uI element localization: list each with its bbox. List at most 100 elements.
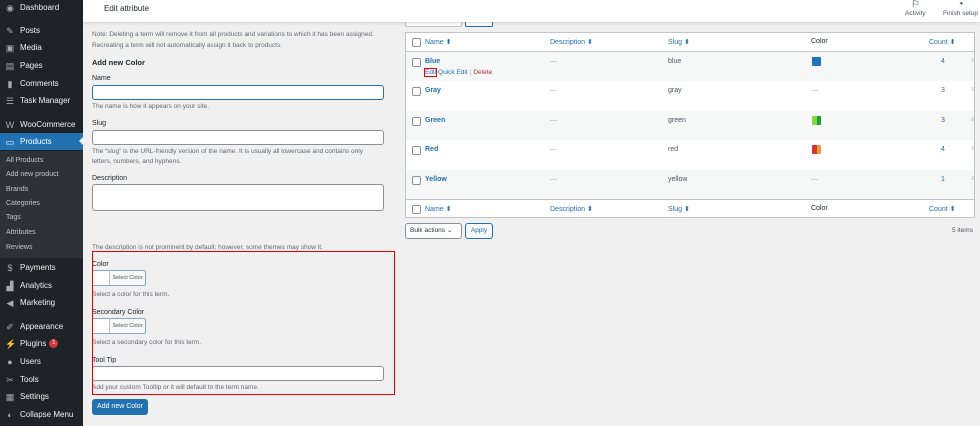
drag-handle-icon[interactable]: ≡ [971,58,975,64]
term-count-link[interactable]: 3 [941,87,945,94]
sidebar-item-label: Dashboard [20,3,60,12]
column-header-description[interactable]: Description ⬍ [550,205,593,213]
sidebar-item-products[interactable]: ▭ Products [0,133,83,150]
color-swatch [812,115,821,125]
add-new-color-button[interactable]: Add new Color [92,399,148,415]
column-header-count[interactable]: Count ⬍ [929,38,956,46]
sidebar-item-woocommerce[interactable]: W WooCommerce [0,116,83,133]
terms-table: Name ⬍ Description ⬍ Slug ⬍ Color Count ⬍ Blu… [405,32,975,218]
term-count-link[interactable]: 4 [941,58,945,65]
slug-input[interactable] [92,130,384,145]
top-bar: Edit attribute ⚐ Activity ◔ Finish setup [83,0,980,22]
row-checkbox[interactable] [412,146,421,156]
description-textarea[interactable] [92,184,384,211]
term-slug: red [668,146,679,154]
color-swatch [812,145,821,155]
no-color: — [811,175,818,183]
sidebar-item-label: Marketing [20,298,56,307]
dollar-icon: $ [7,262,13,273]
submenu-item-categories[interactable]: Categories [6,200,40,207]
list-icon: ☰ [5,95,15,106]
items-count: 5 items [952,227,973,234]
column-header-name[interactable]: Name ⬍ [425,205,451,213]
sidebar-item-label: Analytics [20,281,53,290]
table-footer: Name ⬍ Description ⬍ Slug ⬍ Color Count ⬍ [406,199,974,218]
term-description: — [550,175,557,183]
activity-button[interactable]: ⚐ Activity [905,0,926,17]
table-row: Yellow — yellow — 1 ≡ [406,169,975,199]
submenu-item-tags[interactable]: Tags [6,214,21,221]
apply-button[interactable]: Apply [465,223,493,239]
submenu-item-reviews[interactable]: Reviews [6,244,32,251]
submenu-item-all-products[interactable]: All Products [6,157,43,164]
row-checkbox[interactable] [412,87,421,97]
delete-link[interactable]: Delete [473,69,492,76]
row-checkbox[interactable] [412,116,421,126]
sidebar-item-settings[interactable]: ▦ Settings [0,388,83,405]
term-name-link[interactable]: Gray [425,87,441,94]
pin-icon: ✎ [6,25,14,36]
sidebar-item-payments[interactable]: $ Payments [0,259,83,276]
sidebar-item-comments[interactable]: ▮ Comments [0,75,83,92]
sidebar-item-label: Settings [20,392,49,401]
edit-link[interactable]: Edit [423,68,438,77]
column-header-description[interactable]: Description ⬍ [550,38,593,46]
term-name-link[interactable]: Red [425,146,438,153]
sidebar-item-analytics[interactable]: ▟ Analytics [0,277,83,294]
drag-handle-icon[interactable]: ≡ [971,176,975,182]
quick-edit-link[interactable]: Quick Edit [438,69,468,76]
sidebar-item-users[interactable]: ● Users [0,353,83,370]
table-row: Red — red 4 ≡ [406,140,975,169]
row-checkbox[interactable] [412,175,421,185]
term-name-link[interactable]: Blue [425,58,440,65]
sidebar-item-media[interactable]: ▣ Media [0,39,83,56]
megaphone-icon: ◀ [6,297,14,308]
sidebar-item-dashboard[interactable]: ◉ Dashboard [0,0,83,16]
sidebar-item-appearance[interactable]: ✐ Appearance [0,318,83,335]
term-name-link[interactable]: Green [425,117,445,124]
swatch-part [812,57,821,66]
submenu-item-attributes[interactable]: Attributes [6,229,36,236]
sidebar-item-tools[interactable]: ✂ Tools [0,371,83,388]
term-count-link[interactable]: 4 [941,146,945,153]
sidebar-item-label: Plugins [20,339,47,348]
drag-handle-icon[interactable]: ≡ [971,117,975,123]
term-name-link[interactable]: Yellow [425,176,447,183]
column-header-slug[interactable]: Slug ⬍ [668,38,690,46]
sidebar-item-label: Users [20,357,41,366]
sidebar-item-label: Collapse Menu [20,410,74,419]
row-checkbox[interactable] [412,58,421,67]
drag-handle-icon[interactable]: ≡ [971,146,975,152]
dashboard-icon: ◉ [6,2,14,13]
sidebar-item-posts[interactable]: ✎ Posts [0,22,83,39]
bulk-actions-select[interactable]: Bulk actions ⌄ [405,223,462,239]
sidebar-item-label: Media [20,43,42,52]
finish-setup-button[interactable]: ◔ Finish setup [943,0,978,17]
sidebar-item-label: WooCommerce [20,120,76,129]
plugin-icon: ⚡ [5,338,17,349]
term-count-link[interactable]: 1 [941,176,945,183]
term-count-link[interactable]: 3 [941,117,945,124]
sidebar-item-label: Appearance [20,322,64,331]
sidebar-item-task-manager[interactable]: ☰ Task Manager [0,92,83,109]
name-input[interactable] [92,85,384,100]
sidebar-item-collapse-menu[interactable]: ◐ Collapse Menu [0,406,83,423]
sidebar-item-marketing[interactable]: ◀ Marketing [0,294,83,311]
submenu-item-add-new-product[interactable]: Add new product [6,171,59,178]
column-header-count[interactable]: Count ⬍ [929,205,956,213]
select-all-checkbox[interactable] [412,205,421,214]
term-slug: blue [668,58,682,65]
select-all-checkbox[interactable] [412,38,421,47]
highlight-box [92,251,395,395]
comment-icon: ▮ [7,78,13,89]
table-row: Green — green 3 ≡ [406,110,975,141]
column-header-slug[interactable]: Slug ⬍ [668,205,690,213]
submenu-item-brands[interactable]: Brands [6,186,28,193]
chevron-down-icon: ⌄ [446,227,453,234]
term-description: — [550,87,557,95]
settings-icon: ▦ [5,391,15,402]
sidebar-item-pages[interactable]: ▤ Pages [0,57,83,74]
sidebar-item-plugins[interactable]: ⚡ Plugins 1 [0,335,83,352]
drag-handle-icon[interactable]: ≡ [971,87,975,93]
column-header-name[interactable]: Name ⬍ [425,38,451,46]
